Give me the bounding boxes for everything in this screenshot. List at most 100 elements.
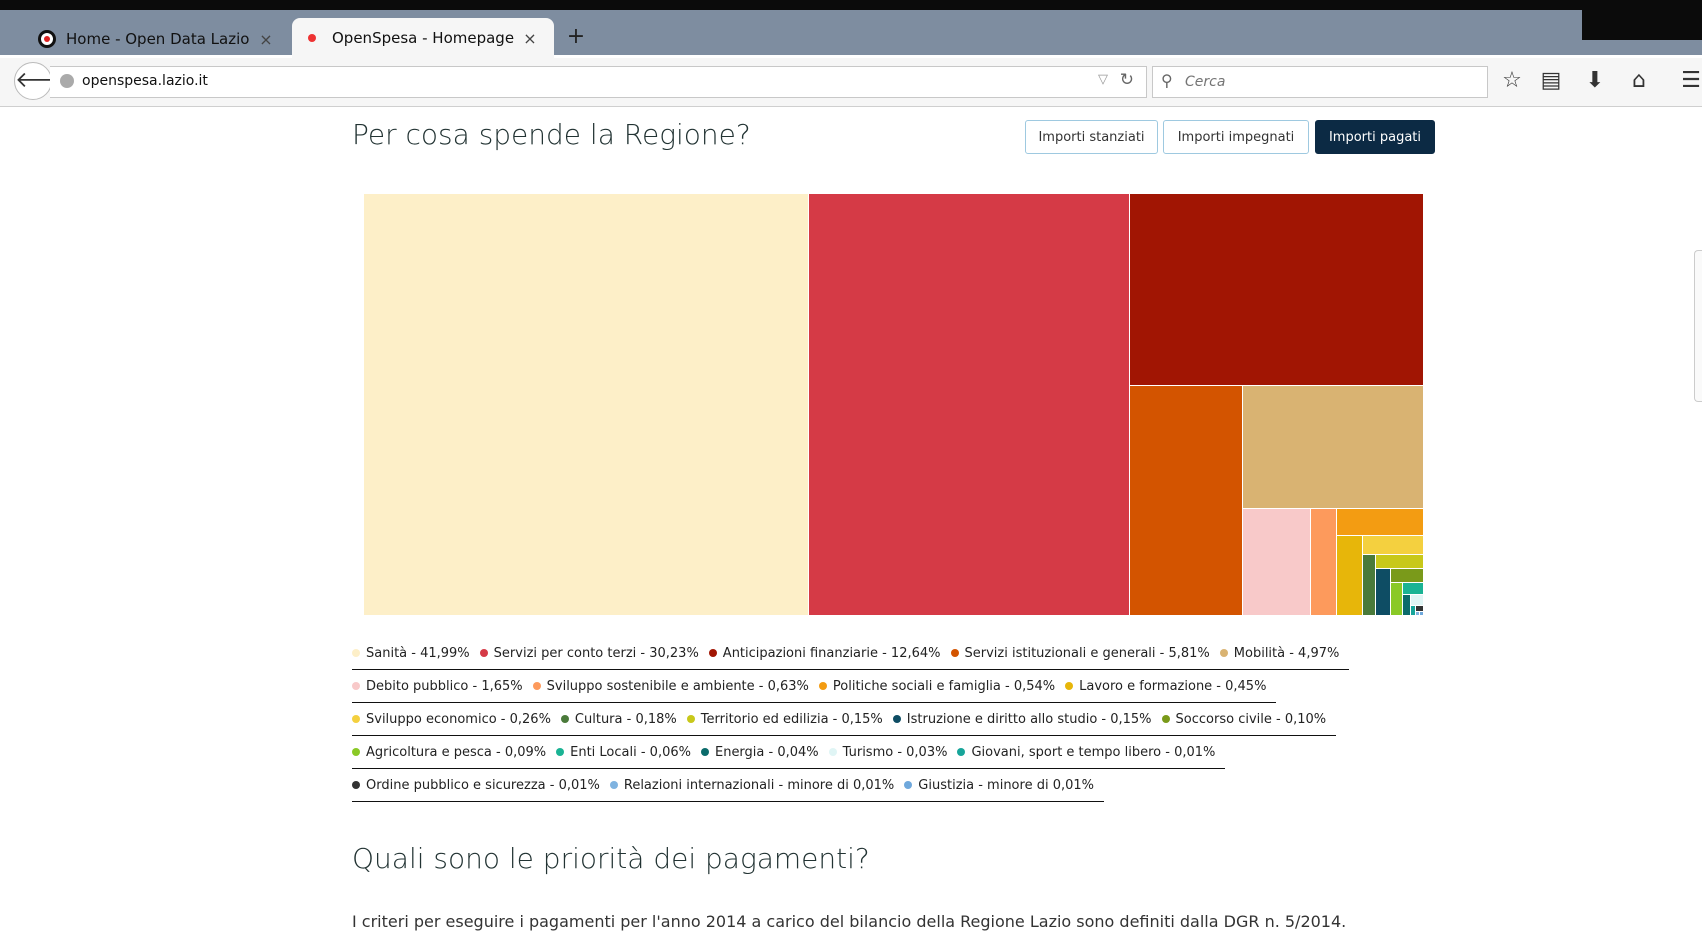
legend-label: Giustizia - minore di 0,01% [918,777,1094,793]
legend-row: Sanità - 41,99% Servizi per conto terzi -… [352,637,1350,670]
legend-item[interactable]: Energia - 0,04% [700,745,819,760]
star-icon[interactable]: ☆ [1497,66,1527,96]
treemap-tile-cultura[interactable] [1362,555,1377,616]
legend-dot-icon [950,649,959,657]
legend-item[interactable]: Istruzione e diritto allo studio - 0,15% [892,712,1152,727]
legend-item[interactable]: Mobilità - 4,97% [1219,646,1339,661]
search-input[interactable] [1183,71,1477,93]
legend-dot-icon [957,748,966,756]
legend-dot-icon [686,715,695,723]
navigation-toolbar: 🡐 openspesa.lazio.it ▽ ↻ ⚲ ☆ ▤ ⬇ ⌂ ☰ [0,58,1702,107]
search-bar[interactable]: ⚲ [1152,66,1488,98]
target-favicon-icon [38,30,56,48]
legend-item[interactable]: Politiche sociali e famiglia - 0,54% [818,678,1056,694]
legend-dot-icon [352,649,360,657]
legend-item[interactable]: Lavoro e formazione - 0,45% [1065,679,1266,694]
legend-dot-icon [818,682,827,690]
treemap-tile-sanit[interactable] [364,194,810,616]
importi-stanziati-button[interactable]: Importi stanziati [1025,120,1158,154]
importi-pagati-button[interactable]: Importi pagati [1315,120,1435,154]
legend-item[interactable]: Servizi per conto terzi - 30,23% [479,645,699,661]
legend-label: Territorio ed edilizia - 0,15% [700,711,883,727]
treemap-tile-territorio-ed-edilizia[interactable] [1376,555,1424,570]
treemap-tile-agricoltura-e-pesca[interactable] [1390,582,1403,616]
importi-impegnati-button[interactable]: Importi impegnati [1163,120,1309,154]
treemap-tile-lavoro-e-formazione[interactable] [1337,536,1363,616]
section-title-priorities: Quali sono le priorità dei pagamenti? [352,842,870,875]
treemap-tile-turismo[interactable] [1411,595,1424,607]
legend-item[interactable]: Sviluppo sostenibile e ambiente - 0,63% [532,679,809,694]
legend-item[interactable]: Relazioni internazionali - minore di 0,0… [609,777,895,793]
legend-item[interactable]: Sviluppo economico - 0,26% [352,712,551,727]
treemap-tile-istruzione-e-diritto-allo-studio[interactable] [1376,569,1391,616]
url-bar[interactable]: openspesa.lazio.it ▽ ↻ [50,66,1147,98]
legend-item[interactable]: Ordine pubblico e sicurezza - 0,01% [352,778,600,793]
legend-dot-icon [352,715,360,723]
treemap-tile-anticipazioni-finanziarie[interactable] [1129,194,1424,387]
reading-list-icon[interactable]: ▤ [1536,66,1566,96]
legend-label: Servizi per conto terzi - 30,23% [493,645,699,661]
treemap-tile-energia[interactable] [1402,595,1412,616]
treemap-tile-soccorso-civile[interactable] [1390,569,1424,583]
legend-dot-icon [556,748,565,756]
close-tab-icon[interactable]: × [256,30,276,49]
reload-icon[interactable]: ↻ [1120,70,1134,90]
treemap-tile-sviluppo-sostenibile-e-ambiente[interactable] [1311,508,1338,616]
url-dropdown-icon[interactable]: ▽ [1098,72,1108,87]
legend-label: Politiche sociali e famiglia - 0,54% [832,678,1056,694]
tab-label: OpenSpesa - Homepage [332,29,515,47]
legend-item[interactable]: Agricoltura e pesca - 0,09% [352,745,546,760]
treemap-tile-servizi-istituzionali-e-generali[interactable] [1129,386,1243,616]
legend-dot-icon [1219,649,1228,657]
legend-item[interactable]: Enti Locali - 0,06% [556,745,691,760]
legend-item[interactable]: Anticipazioni finanziarie - 12,64% [708,645,941,661]
legend-dot-icon [892,715,901,723]
legend-row: Debito pubblico - 1,65% Sviluppo sostenib… [352,670,1277,703]
legend-label: Ordine pubblico e sicurezza - 0,01% [366,777,600,793]
treemap-tile-politiche-sociali-e-famiglia[interactable] [1337,508,1424,537]
treemap-tile-giustizia[interactable] [1419,611,1424,616]
url-text[interactable]: openspesa.lazio.it [82,73,208,89]
back-arrow-icon[interactable]: 🡐 [14,62,74,100]
legend-dot-icon [1161,715,1170,723]
close-tab-icon[interactable]: × [520,29,540,48]
legend-dot-icon [828,748,837,756]
legend-label: Relazioni internazionali - minore di 0,0… [623,777,895,793]
legend-label: Sviluppo economico - 0,26% [366,711,551,727]
scrollbar-thumb[interactable] [1694,250,1702,402]
legend-item[interactable]: Sanità - 41,99% [352,646,470,661]
legend-item[interactable]: Territorio ed edilizia - 0,15% [686,711,883,727]
legend-item[interactable]: Giovani, sport e tempo libero - 0,01% [957,745,1215,760]
legend-row: Agricoltura e pesca - 0,09% Enti Locali -… [352,736,1226,769]
legend-item[interactable]: Turismo - 0,03% [828,745,947,760]
legend-item[interactable]: Soccorso civile - 0,10% [1161,712,1326,727]
legend-dot-icon [560,715,569,723]
page-title: Per cosa spende la Regione? [352,118,751,151]
legend-label: Anticipazioni finanziarie - 12,64% [722,645,941,661]
legend-item[interactable]: Servizi istituzionali e generali - 5,81% [950,645,1210,661]
legend-dot-icon [700,748,709,756]
legend-label: Debito pubblico - 1,65% [366,678,523,694]
tab-home-open-data-lazio[interactable]: Home - Open Data Lazio × [28,20,290,58]
legend-label: Enti Locali - 0,06% [570,744,691,760]
treemap-tile-debito-pubblico[interactable] [1242,508,1312,616]
tab-openspesa-homepage[interactable]: OpenSpesa - Homepage × [292,18,554,58]
legend-dot-icon [609,781,618,789]
treemap-tile-servizi-per-conto-terzi[interactable] [809,194,1130,616]
treemap-tile-sviluppo-economico[interactable] [1362,536,1424,556]
treemap-tile-enti-locali[interactable] [1402,582,1424,596]
treemap-tile-mobilit[interactable] [1242,386,1424,509]
legend-dot-icon [532,682,541,690]
legend-item[interactable]: Giustizia - minore di 0,01% [904,778,1094,793]
home-icon[interactable]: ⌂ [1624,66,1654,96]
treemap-legend: Sanità - 41,99% Servizi per conto terzi -… [352,637,1350,802]
legend-dot-icon [708,649,717,657]
download-icon[interactable]: ⬇ [1580,66,1610,96]
menu-icon[interactable]: ☰ [1676,66,1702,96]
legend-label: Servizi istituzionali e generali - 5,81% [964,645,1210,661]
legend-item[interactable]: Cultura - 0,18% [560,711,677,727]
legend-label: Sanità - 41,99% [366,645,470,661]
legend-label: Cultura - 0,18% [574,711,677,727]
new-tab-button[interactable]: + [566,24,586,50]
legend-item[interactable]: Debito pubblico - 1,65% [352,679,523,694]
